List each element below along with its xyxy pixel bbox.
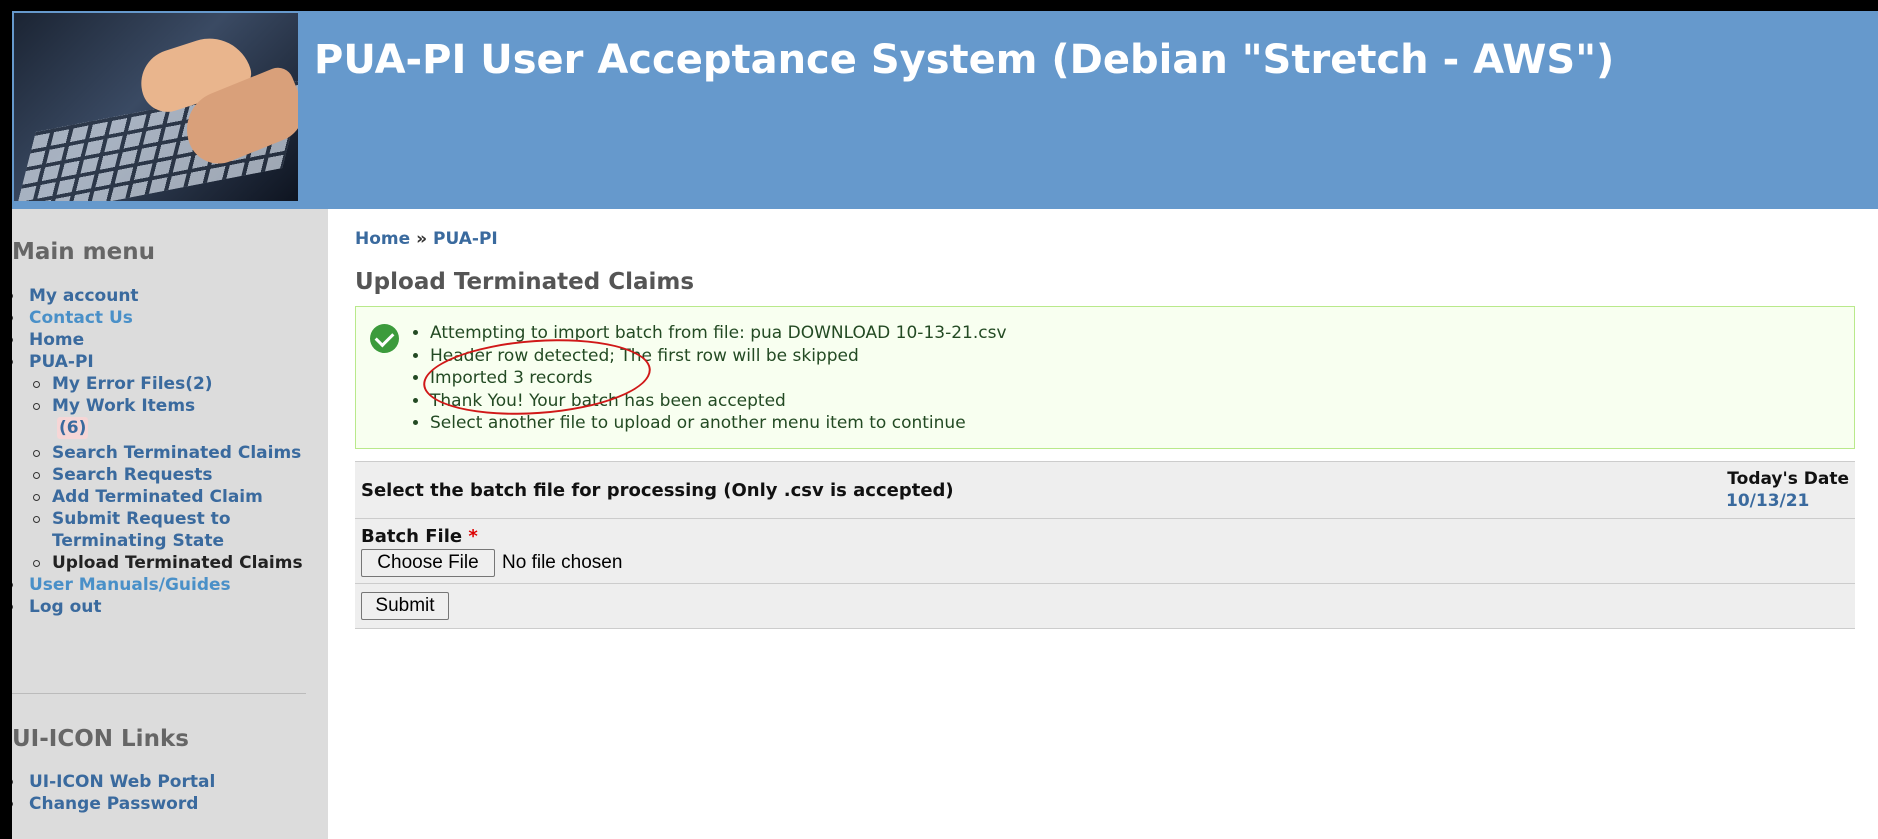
menu-link-upload-terminated-claims[interactable]: Upload Terminated Claims: [52, 553, 303, 573]
site-header: PUA-PI User Acceptance System (Debian "S…: [12, 11, 1878, 209]
breadcrumb-pua-pi[interactable]: PUA-PI: [433, 229, 498, 249]
menu-item: Home: [12, 329, 328, 351]
ui-icon-links-title: UI-ICON Links: [12, 726, 189, 752]
link-change-password[interactable]: Change Password: [29, 794, 198, 814]
success-check-icon: [370, 324, 399, 353]
menu-link-user-manuals[interactable]: User Manuals/Guides: [29, 575, 231, 595]
link-ui-icon-web-portal[interactable]: UI-ICON Web Portal: [29, 772, 215, 792]
menu-link-submit-request[interactable]: Submit Request to Terminating State: [52, 509, 231, 551]
menu-link-log-out[interactable]: Log out: [29, 597, 102, 617]
menu-item: User Manuals/Guides: [12, 574, 328, 596]
batch-file-label: Batch File *: [361, 526, 478, 547]
menu-link-add-terminated-claim[interactable]: Add Terminated Claim: [52, 487, 263, 507]
menu-item: UI-ICON Web Portal: [12, 771, 215, 793]
submit-row: Submit: [355, 584, 1855, 629]
choose-file-button[interactable]: Choose File: [361, 549, 495, 577]
status-message: Select another file to upload or another…: [430, 412, 1007, 435]
submenu-item: Search Requests: [29, 464, 328, 486]
batch-file-row: Batch File * Choose File No file chosen: [355, 519, 1855, 584]
menu-item: My account: [12, 285, 328, 307]
menu-item: Change Password: [12, 793, 215, 815]
submenu-item: My Error Files(2): [29, 373, 328, 395]
breadcrumb-separator: »: [416, 229, 428, 249]
menu-link-contact-us[interactable]: Contact Us: [29, 308, 133, 328]
status-messages: Attempting to import batch from file: pu…: [355, 306, 1855, 449]
menu-link-search-terminated-claims[interactable]: Search Terminated Claims: [52, 443, 301, 463]
menu-link-my-work-items[interactable]: My Work Items: [52, 396, 195, 416]
submenu-item: Add Terminated Claim: [29, 486, 328, 508]
menu-item: Log out: [12, 596, 328, 618]
menu-link-home[interactable]: Home: [29, 330, 84, 350]
ui-icon-links-menu: UI-ICON Web Portal Change Password: [12, 771, 215, 815]
site-title: PUA-PI User Acceptance System (Debian "S…: [314, 37, 1615, 83]
submenu-item: Search Terminated Claims: [29, 442, 328, 464]
submenu-item: My Work Items (6): [29, 395, 328, 439]
menu-link-pua-pi[interactable]: PUA-PI: [29, 352, 94, 372]
form-header-row: Select the batch file for processing (On…: [355, 461, 1855, 519]
menu-item: Contact Us: [12, 307, 328, 329]
main-menu: My account Contact Us Home PUA-PI My Err…: [12, 285, 328, 618]
sidebar-divider: [12, 693, 306, 694]
work-items-count-badge: (6): [57, 417, 89, 439]
site-logo-keyboard-image[interactable]: [14, 13, 298, 201]
sidebar: Main menu My account Contact Us Home PUA…: [12, 209, 328, 839]
batch-file-label-text: Batch File: [361, 526, 463, 547]
submenu-item: Submit Request to Terminating State: [29, 508, 328, 552]
breadcrumb: Home » PUA-PI: [355, 229, 498, 249]
menu-link-my-error-files[interactable]: My Error Files(2): [52, 374, 213, 394]
menu-link-my-account[interactable]: My account: [29, 286, 139, 306]
todays-date-label: Today's Date: [1727, 469, 1849, 489]
main-menu-title: Main menu: [12, 239, 155, 265]
menu-item: PUA-PI My Error Files(2) My Work Items (6…: [12, 351, 328, 574]
page-title: Upload Terminated Claims: [355, 269, 695, 295]
submit-button[interactable]: Submit: [361, 592, 449, 620]
menu-link-search-requests[interactable]: Search Requests: [52, 465, 213, 485]
submenu-item-active: Upload Terminated Claims: [29, 552, 328, 574]
no-file-chosen-text: No file chosen: [502, 552, 623, 573]
pua-pi-submenu: My Error Files(2) My Work Items (6) Searc…: [29, 373, 328, 574]
browser-viewport: PUA-PI User Acceptance System (Debian "S…: [12, 11, 1878, 839]
breadcrumb-home[interactable]: Home: [355, 229, 410, 249]
todays-date-value: 10/13/21: [1726, 491, 1810, 511]
required-marker: *: [468, 526, 478, 547]
form-legend: Select the batch file for processing (On…: [361, 480, 954, 501]
